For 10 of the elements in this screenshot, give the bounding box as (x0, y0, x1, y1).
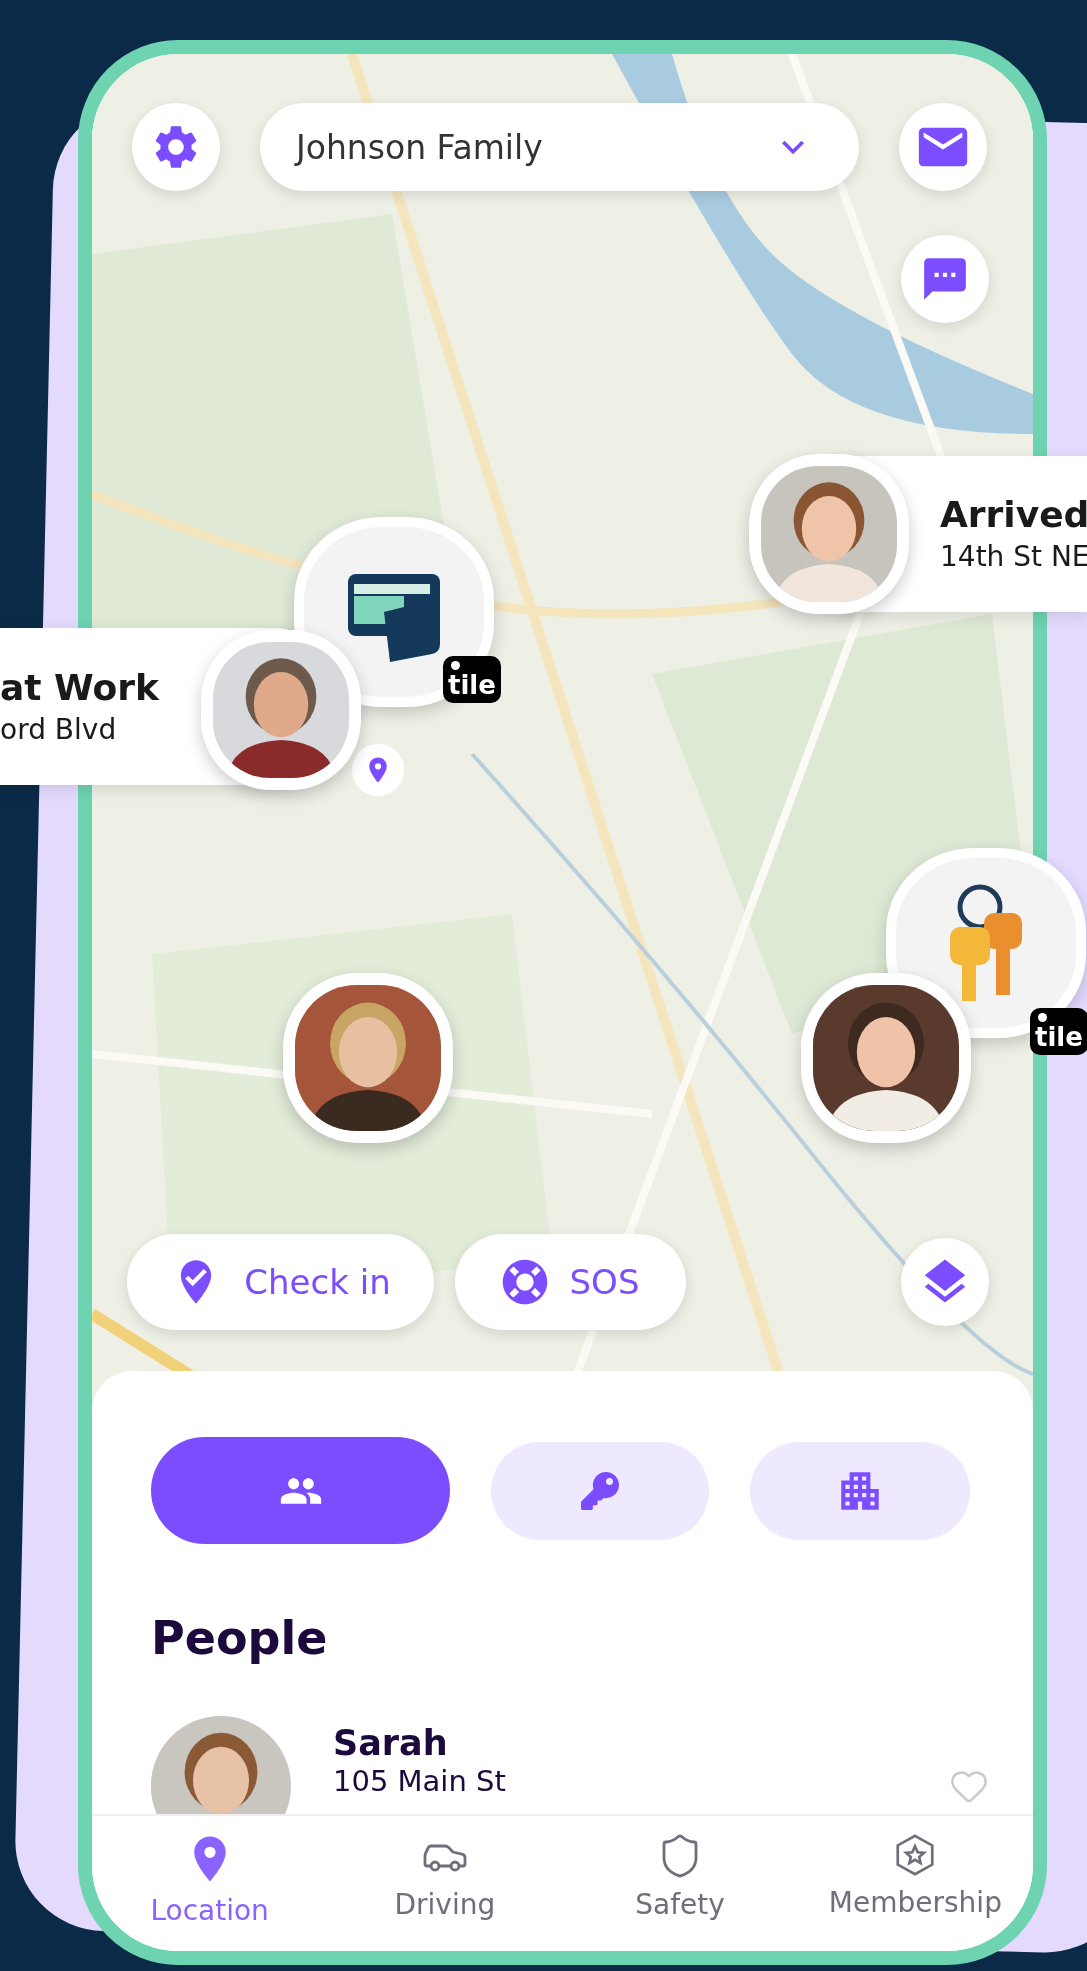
address-text: ord Blvd (0, 711, 118, 748)
person-name: Sarah (333, 1722, 449, 1764)
tile-badge: tile (1030, 1008, 1087, 1055)
section-title: People (150, 1610, 329, 1666)
nav-tab[interactable]: Membership (797, 1816, 1033, 1951)
nav-tab[interactable]: Safety (562, 1816, 798, 1951)
nav-tab[interactable]: Driving (327, 1816, 563, 1951)
person-address: 105 Main St (333, 1764, 507, 1798)
keys-icon (581, 1471, 619, 1510)
nav-tab[interactable]: Location (92, 1816, 328, 1951)
